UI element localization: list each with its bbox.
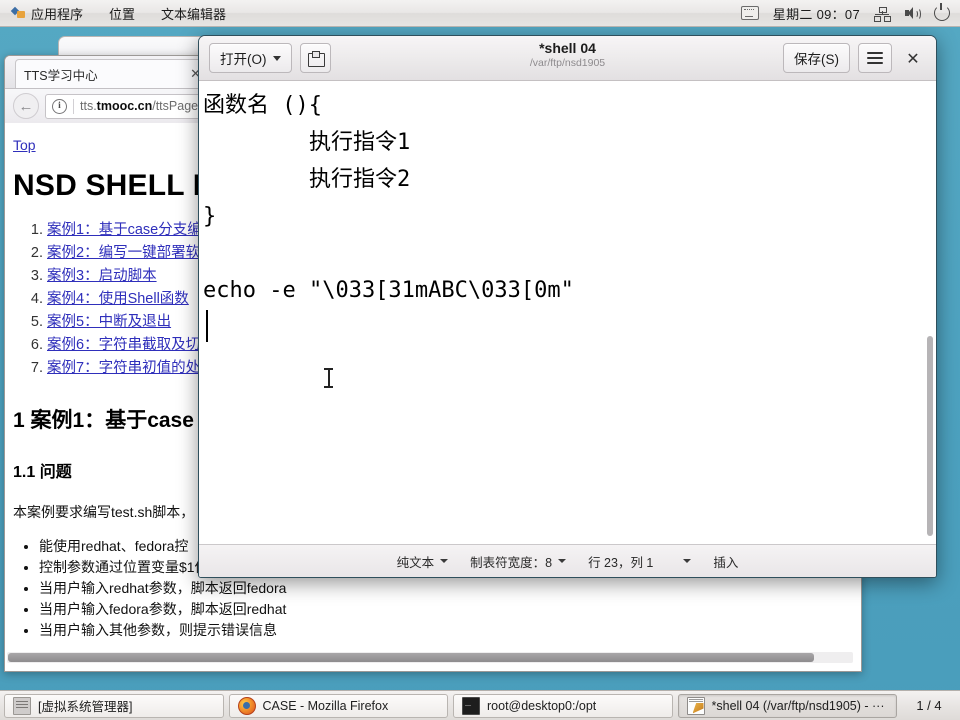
taskbar-item-gedit[interactable]: *shell 04 (/var/ftp/nsd1905) - ··· (677, 693, 897, 718)
gedit-header-right: 保存(S) ✕ (783, 43, 926, 73)
list-item: 当用户输入redhat参数，脚本返回fedora (39, 578, 841, 599)
list-item: 当用户输入fedora参数，脚本返回redhat (39, 599, 841, 620)
language-selector[interactable]: 纯文本 (397, 552, 449, 571)
insert-mode: 插入 (713, 552, 738, 571)
top-link[interactable]: Top (13, 137, 36, 153)
applications-menu-label: 应用程序 (31, 6, 84, 22)
text-cursor (206, 310, 208, 342)
save-button[interactable]: 保存(S) (783, 43, 850, 73)
network-icon[interactable] (874, 6, 891, 22)
taskbar-item-label: [虚拟系统管理器] (38, 700, 133, 714)
taskbar-item-terminal[interactable]: root@desktop0:/opt (453, 693, 673, 718)
terminal-icon (462, 695, 480, 715)
chevron-down-icon (558, 559, 567, 563)
active-app-menu[interactable]: 文本编辑器 (157, 2, 230, 25)
toc-link[interactable]: 案例3：启动脚本 (47, 268, 157, 284)
keyboard-icon[interactable] (740, 6, 759, 20)
insert-mode-label: 插入 (713, 555, 739, 570)
workspace-label: 1 / 4 (916, 698, 942, 713)
taskbar-item-label: root@desktop0:/opt (487, 698, 597, 713)
language-label: 纯文本 (396, 555, 435, 570)
close-window-button[interactable]: ✕ (900, 45, 926, 71)
gedit-statusbar: 纯文本 制表符宽度：8 行 23，列 1 插入 (199, 544, 936, 577)
top-panel-tray: 星期二 09：07 (740, 3, 960, 23)
places-menu[interactable]: 位置 (105, 2, 139, 25)
scrollbar-thumb[interactable] (927, 336, 933, 536)
clock[interactable]: 星期二 09：07 (773, 4, 860, 23)
taskbar: [虚拟系统管理器] CASE - Mozilla Firefox root@de… (0, 690, 960, 720)
list-item: 当用户输入其他参数，则提示错误信息 (39, 620, 841, 641)
tab-width-label: 制表符宽度：8 (470, 555, 553, 570)
cursor-position[interactable]: 行 23，列 1 (588, 552, 692, 571)
url-divider (73, 98, 74, 114)
toc-link[interactable]: 案例7：字符串初值的处 (47, 360, 200, 376)
workspace-switcher[interactable]: 1 / 4 (902, 694, 956, 718)
taskbar-item-label: *shell 04 (/var/ftp/nsd1905) - ··· (711, 698, 885, 713)
power-icon[interactable] (934, 3, 950, 21)
vertical-scrollbar[interactable] (926, 81, 933, 544)
save-icon-button[interactable] (299, 43, 331, 73)
browser-tab[interactable]: TTS学习中心 ✕ (15, 59, 210, 88)
back-arrow-icon: ← (18, 97, 34, 115)
open-button[interactable]: 打开(O) (209, 43, 292, 73)
hamburger-icon (867, 52, 883, 64)
toc-link[interactable]: 案例1：基于case分支编 (47, 222, 202, 238)
scrollbar-thumb[interactable] (8, 653, 814, 662)
tab-width-selector[interactable]: 制表符宽度：8 (470, 552, 567, 571)
applications-icon (12, 6, 26, 20)
chevron-down-icon (272, 55, 281, 61)
gedit-icon (686, 696, 705, 715)
toc-link[interactable]: 案例5：中断及退出 (47, 314, 171, 330)
virtual-machine-icon (13, 696, 31, 715)
toc-link[interactable]: 案例6：字符串截取及切 (47, 337, 200, 353)
active-app-menu-label: 文本编辑器 (161, 6, 227, 22)
taskbar-item-firefox[interactable]: CASE - Mozilla Firefox (228, 693, 448, 718)
taskbar-item-label: CASE - Mozilla Firefox (262, 698, 389, 713)
places-menu-label: 位置 (109, 6, 136, 22)
chevron-down-icon (440, 559, 449, 563)
browser-tab-label: TTS学习中心 (24, 68, 98, 83)
applications-menu[interactable]: 应用程序 (8, 2, 87, 25)
horizontal-scrollbar[interactable] (7, 652, 853, 663)
gedit-window[interactable]: 打开(O) *shell 04 /var/ftp/nsd1905 保存(S) ✕ (198, 35, 937, 578)
top-panel-menus: 应用程序 位置 文本编辑器 (0, 2, 230, 25)
gedit-headerbar: 打开(O) *shell 04 /var/ftp/nsd1905 保存(S) ✕ (199, 36, 936, 81)
open-button-label: 打开(O) (220, 52, 267, 67)
taskbar-item-virtual-machine-manager[interactable]: [虚拟系统管理器] (4, 693, 224, 718)
cursor-position-label: 行 23，列 1 (588, 555, 654, 570)
page-info-icon[interactable]: i (52, 98, 67, 114)
gedit-text-content[interactable]: 函数名 (){ 执行指令1 执行指令2 } echo -e "\033[31mA… (199, 81, 936, 544)
save-button-label: 保存(S) (794, 52, 839, 67)
top-panel: 应用程序 位置 文本编辑器 星期二 09：07 (0, 0, 960, 27)
gedit-editor-area[interactable]: 函数名 (){ 执行指令1 执行指令2 } echo -e "\033[31mA… (199, 81, 936, 544)
close-icon: ✕ (906, 48, 920, 68)
chevron-down-icon (683, 559, 692, 563)
firefox-icon (237, 696, 256, 715)
mouse-pointer-ibeam-icon (324, 368, 333, 388)
toc-link[interactable]: 案例2：编写一键部署软 (47, 245, 200, 261)
save-icon (307, 50, 325, 67)
menu-button[interactable] (858, 43, 892, 73)
volume-icon[interactable] (904, 6, 921, 20)
url-text: tts.tmooc.cn/ttsPage/LI (80, 99, 212, 113)
back-button[interactable]: ← (13, 93, 39, 119)
desktop-screen: 应用程序 位置 文本编辑器 星期二 09：07 TTS学习中心 ✕ ← i tt… (0, 0, 960, 720)
toc-link[interactable]: 案例4：使用Shell函数 (47, 291, 189, 307)
